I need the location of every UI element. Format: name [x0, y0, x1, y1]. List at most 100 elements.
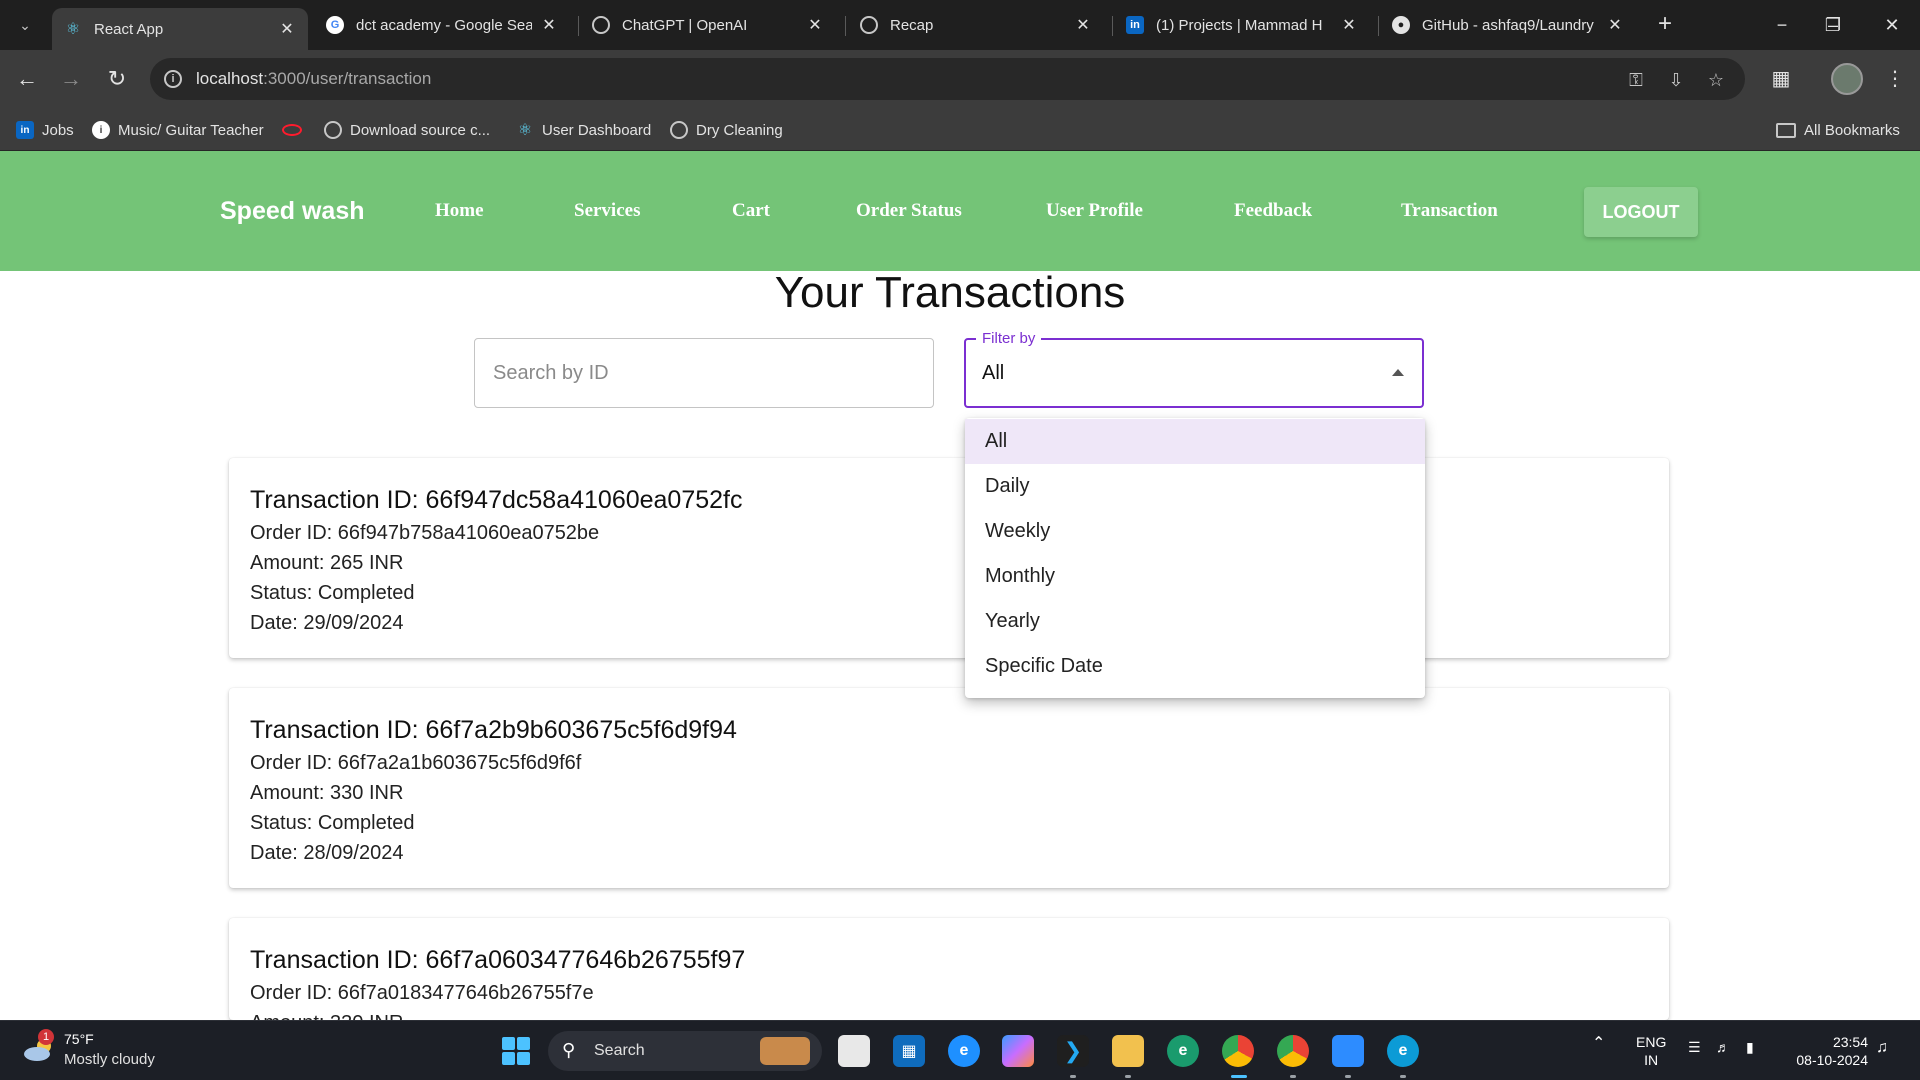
bookmark-label: All Bookmarks	[1804, 121, 1900, 139]
logout-button[interactable]: LOGOUT	[1584, 187, 1698, 237]
tab-title: React App	[94, 20, 164, 38]
linkedin-icon: in	[16, 121, 34, 139]
photos-icon[interactable]	[1332, 1035, 1364, 1067]
battery-icon[interactable]: ▮	[1746, 1039, 1754, 1056]
react-icon: ⚛	[65, 21, 81, 38]
filter-option-all[interactable]: All	[965, 419, 1425, 464]
github-icon: ●	[1392, 16, 1410, 34]
tab-google-search[interactable]: G dct academy - Google Sear ✕	[314, 8, 570, 42]
back-arrow-icon[interactable]: ←	[12, 64, 42, 94]
nav-link-services[interactable]: Services	[574, 200, 640, 222]
vscode-icon[interactable]: ❯	[1057, 1035, 1089, 1067]
bookmark-jobs[interactable]: in Jobs	[16, 118, 74, 142]
task-view-icon[interactable]	[838, 1035, 870, 1067]
brand-logo[interactable]: Speed wash	[220, 197, 365, 226]
language-indicator[interactable]: ENG IN	[1636, 1033, 1666, 1069]
globe-icon	[592, 16, 610, 34]
weather-description[interactable]: Mostly cloudy	[64, 1051, 155, 1068]
profile-avatar[interactable]	[1831, 63, 1863, 95]
transaction-id: Transaction ID: 66f7a0603477646b26755f97	[250, 946, 746, 974]
nav-link-transaction[interactable]: Transaction	[1401, 200, 1498, 222]
bookmarks-bar: in Jobs i Music/ Guitar Teacher Download…	[0, 108, 1920, 151]
bookmark-download-source[interactable]: Download source c...	[324, 118, 490, 142]
close-icon[interactable]: ✕	[1606, 15, 1624, 35]
restore-window-icon[interactable]: ❐	[1813, 10, 1853, 40]
close-icon[interactable]: ✕	[540, 15, 558, 35]
bookmark-music-guitar-teacher[interactable]: i Music/ Guitar Teacher	[92, 118, 264, 142]
tab-chatgpt[interactable]: ChatGPT | OpenAI ✕	[580, 8, 836, 42]
tab-separator	[578, 16, 579, 36]
nav-link-order-status[interactable]: Order Status	[856, 200, 962, 222]
search-input[interactable]	[475, 339, 933, 407]
minimize-window-icon[interactable]: −	[1762, 10, 1802, 40]
windows-start-icon[interactable]	[502, 1037, 530, 1065]
bookmark-label: Music/ Guitar Teacher	[118, 121, 264, 139]
bookmark-opera[interactable]	[282, 118, 310, 142]
amount: Amount: 330 INR	[250, 1012, 403, 1020]
volume-icon[interactable]: ♬	[1716, 1039, 1730, 1055]
tab-github[interactable]: ● GitHub - ashfaq9/Laundry ✕	[1380, 8, 1636, 42]
filter-option-specific-date[interactable]: Specific Date	[965, 644, 1425, 689]
more-menu-icon[interactable]: ⋮	[1880, 64, 1910, 94]
nav-link-feedback[interactable]: Feedback	[1234, 200, 1312, 222]
copilot-icon[interactable]	[1002, 1035, 1034, 1067]
openai-icon	[860, 16, 878, 34]
transaction-id: Transaction ID: 66f947dc58a41060ea0752fc	[250, 486, 743, 514]
windows-taskbar: 1 75°F Mostly cloudy ⚲ Search ▦ e ❯ e e …	[0, 1020, 1920, 1080]
install-app-icon[interactable]: ⇩	[1664, 68, 1688, 92]
nav-link-user-profile[interactable]: User Profile	[1046, 200, 1143, 222]
address-bar[interactable]: i localhost:3000/user/transaction ⚿ ⇩ ☆	[150, 58, 1745, 100]
tab-title: (1) Projects | Mammad H	[1156, 16, 1323, 34]
forward-arrow-icon[interactable]: →	[56, 64, 86, 94]
filter-option-weekly[interactable]: Weekly	[965, 509, 1425, 554]
password-key-icon[interactable]: ⚿	[1624, 68, 1648, 92]
tab-react-app[interactable]: ⚛ React App ✕	[52, 8, 308, 50]
close-icon[interactable]: ✕	[278, 19, 296, 39]
close-icon[interactable]: ✕	[1074, 15, 1092, 35]
chevron-up-icon[interactable]: ⌃	[1592, 1033, 1605, 1053]
url-text[interactable]: localhost:3000/user/transaction	[196, 69, 431, 89]
edge-icon[interactable]: e	[1387, 1035, 1419, 1067]
bookmark-dry-cleaning[interactable]: Dry Cleaning	[670, 118, 783, 142]
taskbar-search-label: Search	[594, 1042, 645, 1059]
bookmark-user-dashboard[interactable]: ⚛ User Dashboard	[516, 118, 651, 142]
new-tab-plus-icon[interactable]: +	[1652, 12, 1678, 38]
filter-option-yearly[interactable]: Yearly	[965, 599, 1425, 644]
close-icon[interactable]: ✕	[1340, 15, 1358, 35]
weather-temperature[interactable]: 75°F	[64, 1031, 94, 1047]
caret-up-icon	[1392, 369, 1404, 376]
chrome-profile-icon[interactable]	[1277, 1035, 1309, 1067]
tab-search-chevron-icon[interactable]: ⌄	[12, 12, 38, 38]
all-bookmarks[interactable]: All Bookmarks	[1776, 118, 1900, 142]
site-info-icon[interactable]: i	[164, 70, 182, 88]
edge-dev-icon[interactable]: e	[1167, 1035, 1199, 1067]
reload-icon[interactable]: ↻	[102, 64, 132, 94]
folder-icon	[1776, 122, 1796, 138]
clock[interactable]: 23:54 08-10-2024	[1776, 1033, 1868, 1069]
filter-select[interactable]: Filter by All	[964, 330, 1424, 408]
search-highlight-icon	[760, 1037, 810, 1065]
order-id: Order ID: 66f7a0183477646b26755f7e	[250, 982, 594, 1004]
taskbar-search[interactable]: ⚲ Search	[548, 1031, 822, 1071]
wifi-icon[interactable]: ☰	[1688, 1039, 1701, 1056]
chrome-icon[interactable]	[1222, 1035, 1254, 1067]
nav-link-cart[interactable]: Cart	[732, 200, 770, 222]
bookmark-star-icon[interactable]: ☆	[1704, 68, 1728, 92]
edge-beta-icon[interactable]: e	[948, 1035, 980, 1067]
filter-option-monthly[interactable]: Monthly	[965, 554, 1425, 599]
search-by-id-field[interactable]	[474, 338, 934, 408]
extensions-puzzle-icon[interactable]: ▦	[1766, 64, 1796, 94]
tab-title: ChatGPT | OpenAI	[622, 16, 748, 34]
filter-option-daily[interactable]: Daily	[965, 464, 1425, 509]
notification-bell-icon[interactable]: ♫	[1876, 1039, 1888, 1057]
opera-icon	[282, 124, 302, 136]
date: 08-10-2024	[1796, 1052, 1868, 1068]
file-explorer-icon[interactable]	[1112, 1035, 1144, 1067]
close-icon[interactable]: ✕	[806, 15, 824, 35]
microsoft-store-icon[interactable]: ▦	[893, 1035, 925, 1067]
transaction-card: Transaction ID: 66f947dc58a41060ea0752fc…	[229, 458, 1669, 658]
tab-linkedin[interactable]: in (1) Projects | Mammad H ✕	[1114, 8, 1370, 42]
close-window-icon[interactable]: ✕	[1872, 10, 1912, 40]
nav-link-home[interactable]: Home	[435, 200, 484, 222]
tab-recap[interactable]: Recap ✕	[848, 8, 1104, 42]
